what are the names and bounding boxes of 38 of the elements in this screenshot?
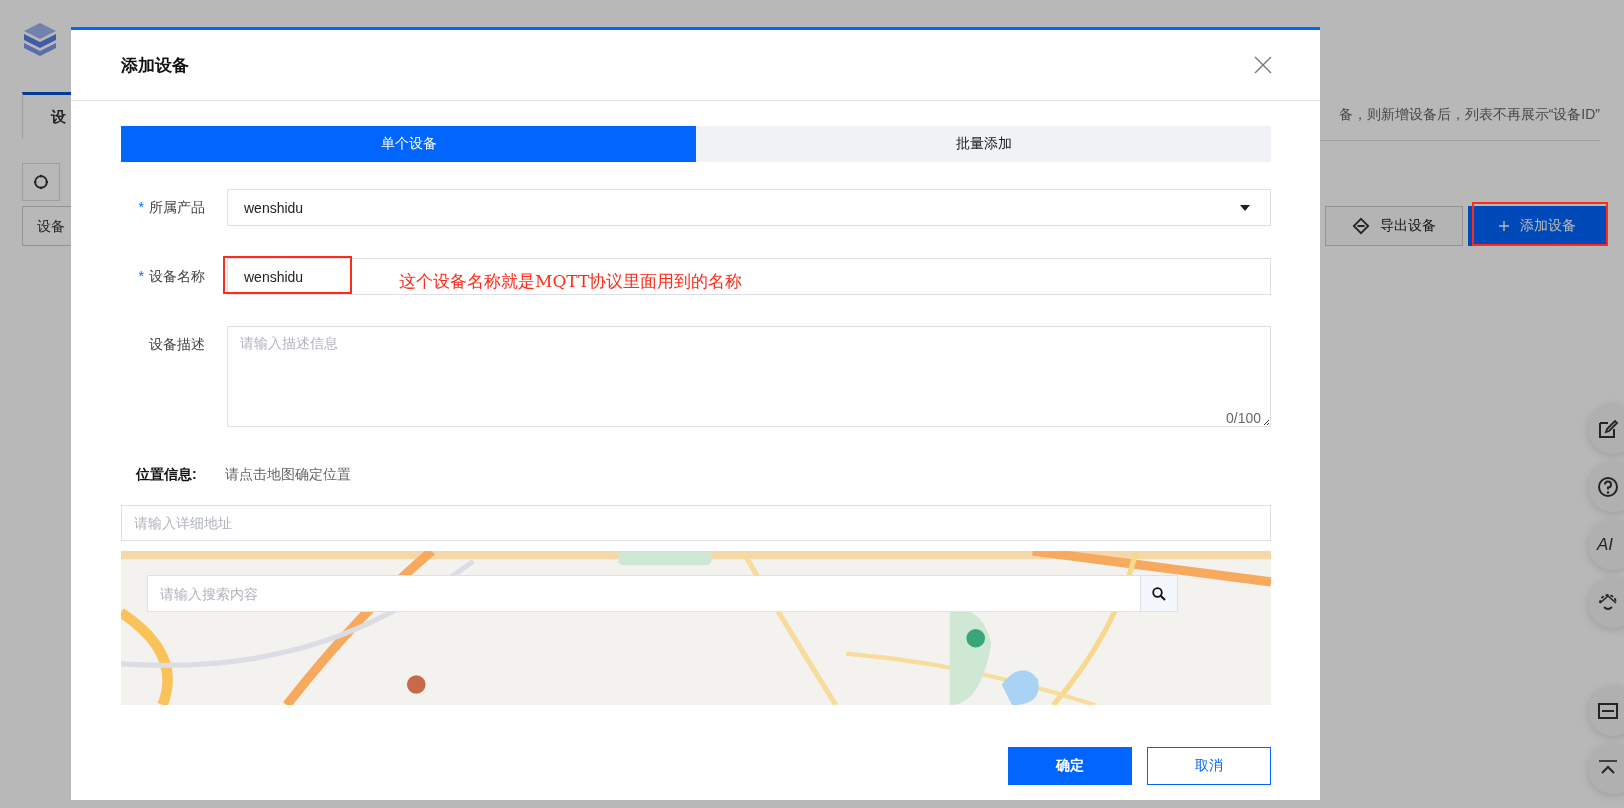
location-hint: 请点击地图确定位置 [224, 466, 351, 484]
char-counter: 0/100 [1225, 410, 1261, 426]
resize-grip-icon [1262, 418, 1270, 426]
minus-box-icon [1597, 700, 1619, 722]
add-device-button[interactable]: 添加设备 [1468, 206, 1606, 246]
plus-icon [1498, 220, 1510, 232]
caret-icon [1240, 204, 1250, 211]
map-search-field[interactable]: 请输入搜索内容 [147, 575, 1141, 612]
export-icon [1352, 217, 1370, 235]
tool-button[interactable]: AI [1588, 520, 1624, 570]
required-mark: * [138, 268, 144, 284]
search-button[interactable] [1141, 575, 1178, 612]
tool-button[interactable] [1588, 578, 1624, 628]
required-mark: * [138, 199, 144, 215]
mode-tab[interactable]: 批量添加 [696, 126, 1271, 162]
product-select[interactable]: wenshidu [227, 189, 1271, 226]
annotation-text: 这个设备名称就是MQTT协议里面用到的名称 [399, 270, 743, 293]
tool-button[interactable] [1588, 404, 1624, 454]
field-label: 设备名称 [149, 268, 205, 284]
search-icon [1152, 586, 1166, 601]
cancel-button[interactable]: 取消 [1147, 747, 1271, 785]
tool-button[interactable] [1588, 462, 1624, 512]
field-label: 所属产品 [149, 199, 205, 215]
edit-icon [1597, 418, 1619, 440]
location-label: 位置信息: [136, 466, 197, 484]
address-field[interactable]: 请输入详细地址 [121, 505, 1271, 541]
tool-button[interactable] [1588, 744, 1624, 794]
help-icon [1597, 476, 1619, 498]
refresh-icon [32, 173, 50, 191]
dialog-title: 添加设备 [121, 54, 189, 77]
refresh-button[interactable] [22, 163, 60, 201]
close-button[interactable] [1254, 56, 1272, 74]
export-button[interactable]: 导出设备 [1325, 206, 1463, 246]
close-icon [1254, 56, 1272, 74]
tool-button[interactable] [1588, 686, 1624, 736]
field-label: 设备描述 [149, 336, 205, 352]
confirm-button[interactable]: 确定 [1008, 747, 1132, 785]
mode-tab[interactable]: 单个设备 [121, 126, 696, 162]
